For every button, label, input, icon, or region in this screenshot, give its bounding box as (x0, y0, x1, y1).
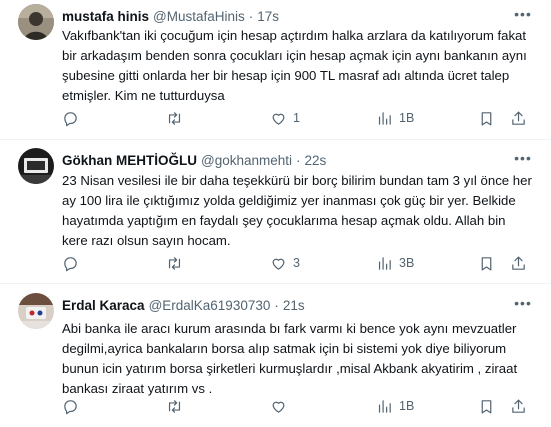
retweet-icon (168, 399, 181, 413)
bookmark-icon (481, 111, 492, 125)
timestamp[interactable]: 17s (257, 9, 279, 24)
tweet-header: Gökhan MEHTİOĞLU @gokhanmehti · 22s (62, 150, 326, 170)
timestamp[interactable]: 21s (283, 298, 305, 313)
more-icon[interactable]: ••• (513, 150, 533, 170)
reply-button[interactable] (62, 108, 85, 128)
like-icon (272, 113, 285, 125)
retweet-button[interactable] (166, 253, 189, 273)
share-icon (512, 256, 525, 270)
tweet-text: Vakıfbank'tan iki çocuğum için hesap açt… (62, 28, 527, 103)
like-button[interactable]: 1 (270, 108, 300, 128)
views-icon (378, 111, 391, 125)
bookmark-button[interactable] (478, 108, 495, 128)
reply-icon (64, 399, 77, 414)
author-handle[interactable]: @ErdalKa61930730 (149, 298, 271, 313)
views-button[interactable]: 1B (376, 396, 414, 416)
views-icon (378, 256, 391, 270)
like-icon (272, 401, 285, 413)
views-count: 3B (399, 256, 415, 270)
bookmark-button[interactable] (478, 396, 495, 416)
bookmark-button[interactable] (478, 253, 495, 273)
share-icon (512, 399, 525, 413)
retweet-button[interactable] (166, 108, 189, 128)
tweet-text: Abi banka ile aracı kurum arasında bı fa… (62, 321, 518, 396)
bookmark-icon (481, 256, 492, 270)
more-icon[interactable]: ••• (513, 295, 533, 315)
views-count: 1B (399, 111, 415, 125)
reply-icon (64, 256, 77, 271)
separator-dot: · (274, 297, 279, 313)
author-handle[interactable]: @MustafaHinis (153, 9, 245, 24)
like-icon (272, 258, 285, 270)
like-count: 3 (293, 256, 300, 270)
author-handle[interactable]: @gokhanmehti (201, 153, 292, 168)
timestamp[interactable]: 22s (305, 153, 327, 168)
tweet-1[interactable]: mustafa hinis @MustafaHinis · 17s ••• Va… (0, 0, 551, 140)
bookmark-icon (481, 399, 492, 413)
share-button[interactable] (510, 253, 527, 273)
views-icon (378, 399, 391, 413)
retweet-icon (168, 111, 181, 125)
views-count: 1B (399, 399, 415, 413)
views-button[interactable]: 3B (376, 253, 414, 273)
tweet-text: 23 Nisan vesilesi ile bir daha teşekkürü… (62, 173, 532, 248)
retweet-icon (168, 256, 181, 270)
avatar[interactable] (18, 4, 54, 40)
separator-dot: · (248, 8, 254, 24)
share-icon (512, 111, 525, 125)
like-button[interactable] (270, 396, 293, 416)
retweet-button[interactable] (166, 396, 189, 416)
share-button[interactable] (510, 108, 527, 128)
share-button[interactable] (510, 396, 527, 416)
author-name[interactable]: Gökhan MEHTİOĞLU (62, 153, 197, 168)
like-button[interactable]: 3 (270, 253, 300, 273)
views-button[interactable]: 1B (376, 108, 414, 128)
tweet-header: Erdal Karaca @ErdalKa61930730 · 21s (62, 295, 305, 315)
author-name[interactable]: Erdal Karaca (62, 298, 145, 313)
avatar[interactable] (18, 148, 54, 184)
reply-button[interactable] (62, 396, 85, 416)
separator-dot: · (296, 152, 301, 168)
tweet-actions: 1 1B (58, 108, 532, 128)
tweet-header: mustafa hinis @MustafaHinis · 17s (62, 6, 279, 26)
author-name[interactable]: mustafa hinis (62, 9, 149, 24)
reply-button[interactable] (62, 253, 85, 273)
tweet-actions: 3 3B (58, 253, 532, 273)
reply-icon (64, 111, 77, 126)
tweet-actions: 1B (58, 396, 532, 416)
like-count: 1 (293, 111, 300, 125)
avatar[interactable] (18, 293, 54, 329)
more-icon[interactable]: ••• (513, 6, 533, 26)
